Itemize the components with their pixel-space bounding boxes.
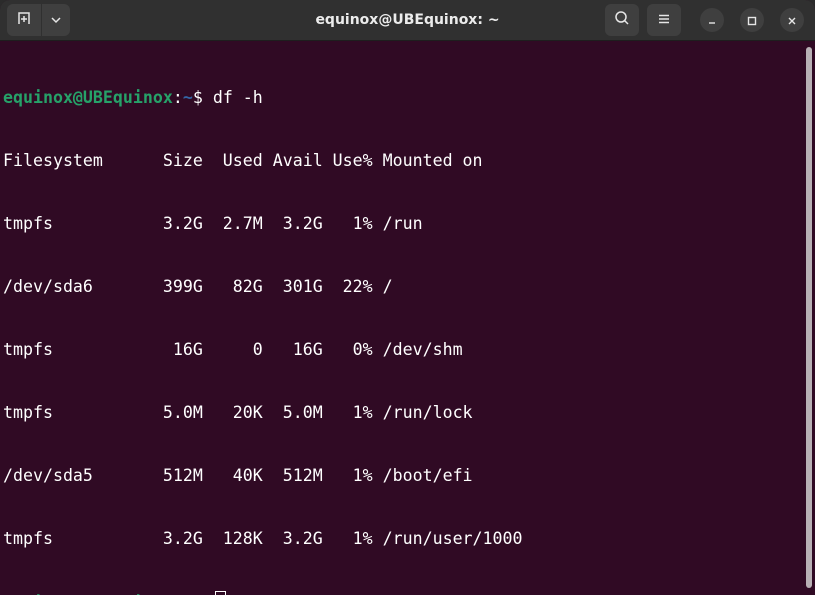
close-button[interactable]	[780, 8, 804, 32]
output-row: tmpfs 3.2G 2.7M 3.2G 1% /run	[3, 214, 423, 233]
output-row: tmpfs 16G 0 16G 0% /dev/shm	[3, 340, 463, 359]
search-icon	[614, 10, 630, 30]
output-row: /dev/sda5 512M 40K 512M 1% /boot/efi	[3, 466, 473, 485]
prompt-symbol: $	[192, 88, 203, 107]
output-row: tmpfs 5.0M 20K 5.0M 1% /run/lock	[3, 403, 473, 422]
new-tab-icon	[16, 10, 32, 30]
prompt-user: equinox@UBEquinox	[3, 88, 173, 107]
new-tab-button[interactable]	[7, 4, 41, 36]
chevron-down-icon	[50, 11, 62, 30]
prompt-path: ~	[182, 88, 193, 107]
command-text: df -h	[202, 88, 263, 107]
hamburger-menu-icon	[657, 11, 671, 30]
window-title: equinox@UBEquinox: ~	[315, 12, 500, 28]
close-icon	[787, 11, 797, 30]
minimize-button[interactable]	[700, 8, 724, 32]
terminal-output[interactable]: equinox@UBEquinox:~$ df -h Filesystem Si…	[0, 42, 804, 595]
search-button[interactable]	[605, 4, 639, 36]
menu-button[interactable]	[647, 4, 681, 36]
command-line: equinox@UBEquinox:~$ df -h	[3, 87, 804, 108]
tab-options-button[interactable]	[42, 4, 70, 36]
minimize-icon	[707, 11, 717, 30]
output-header: Filesystem Size Used Avail Use% Mounted …	[3, 151, 483, 170]
output-row: tmpfs 3.2G 128K 3.2G 1% /run/user/1000	[3, 529, 523, 548]
active-prompt-line[interactable]: equinox@UBEquinox:~$	[3, 591, 804, 595]
prompt-separator: :	[172, 88, 183, 107]
terminal-window: equinox@UBEquinox: ~ equinox@UBEquinox:~…	[0, 0, 815, 595]
maximize-icon	[747, 11, 757, 30]
maximize-button[interactable]	[740, 8, 764, 32]
output-row: /dev/sda6 399G 82G 301G 22% /	[3, 277, 393, 296]
scrollbar-thumb[interactable]	[806, 47, 812, 588]
title-bar: equinox@UBEquinox: ~	[0, 0, 815, 41]
text-cursor	[214, 591, 226, 595]
